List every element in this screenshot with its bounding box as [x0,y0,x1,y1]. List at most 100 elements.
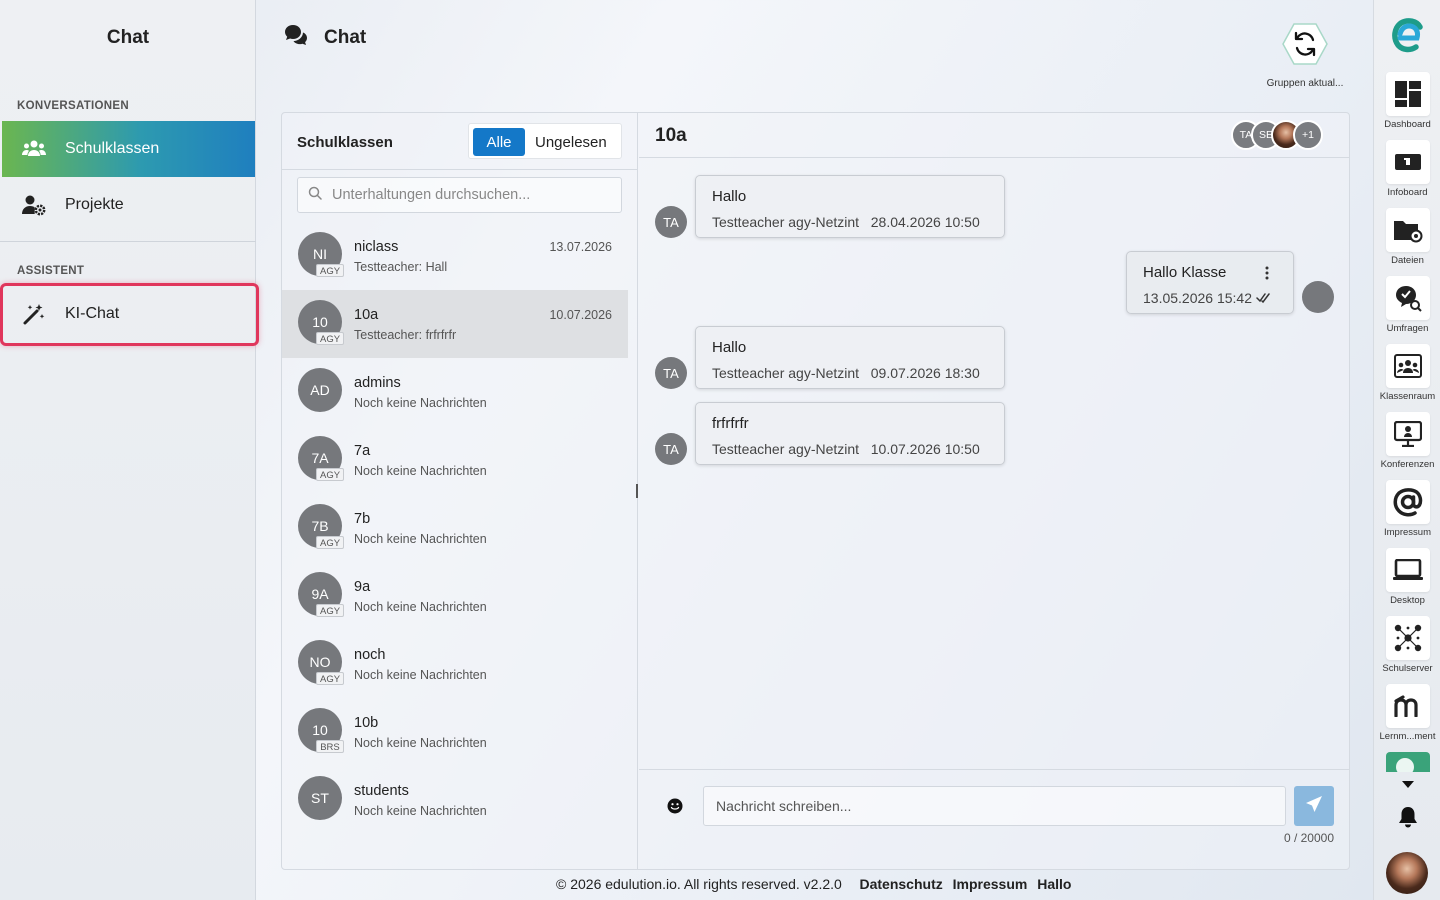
member-count: +1 [1293,120,1323,150]
app-dashboard[interactable]: Dashboard [1374,68,1440,136]
message-meta: Testteacher agy-Netzint 10.07.2026 10:50 [712,441,980,457]
message-avatar: TA [655,433,687,465]
right-app-bar: Dashboard Infoboard Dateien Umfragen Kla… [1373,0,1440,900]
conversation-preview: Testteacher: frfrfrfr [354,328,457,342]
conversation-header: Schulklassen Alle Ungelesen [282,113,638,170]
conversation-name: 10a [354,307,379,323]
conversation-name: admins [354,375,401,391]
page-title: Chat [324,26,367,48]
conversation-item-students[interactable]: ST students Noch keine Nachrichten [282,766,628,834]
app-desktop[interactable]: Desktop [1374,544,1440,612]
conversation-name: 9a [354,579,371,595]
sidebar-item-projekte[interactable]: Projekte [2,177,255,233]
footer-link-impressum[interactable]: Impressum [953,876,1028,892]
app-umfragen[interactable]: Umfragen [1374,272,1440,340]
app-konferenzen[interactable]: Konferenzen [1374,408,1440,476]
sidebar-title: Chat [106,27,150,48]
sidebar-divider [0,241,256,242]
conversation-search [297,177,622,213]
sidebar-item-schulklassen[interactable]: Schulklassen [2,121,255,177]
user-avatar[interactable] [1386,852,1428,894]
conversation-name: students [354,783,409,799]
conference-icon [1385,412,1430,456]
panel-resize-handle[interactable] [636,484,638,498]
emoji-icon[interactable] [667,798,683,814]
page-header: Chat [284,24,366,51]
network-icon [1385,616,1430,660]
message-input[interactable] [703,786,1286,826]
conversation-preview: Noch keine Nachrichten [354,668,487,682]
infoboard-icon [1385,140,1430,184]
message-time: 09.07.2026 18:30 [870,365,980,381]
folder-icon [1385,208,1430,252]
app-lernmanagement[interactable]: Lernm...ment [1374,680,1440,748]
school-tag: AGY [316,536,345,549]
app-infoboard[interactable]: Infoboard [1374,136,1440,204]
conversation-list-title: Schulklassen [297,134,393,151]
app-klassenraum[interactable]: Klassenraum [1374,340,1440,408]
conversation-item-7a[interactable]: 7A AGY 7a Noch keine Nachrichten [282,426,628,494]
own-avatar [1302,281,1334,313]
at-icon [1385,480,1430,524]
left-sidebar: Chat KONVERSATIONEN Schulklassen Projekt… [0,0,256,900]
conversation-name: 7a [354,443,371,459]
message-time: 13.05.2026 15:42 [1143,290,1252,306]
filter-all-button[interactable]: Alle [473,128,525,156]
refresh-groups-button[interactable]: Gruppen aktual... [1262,22,1348,89]
message-bubble: Hallo Testteacher agy-Netzint 09.07.2026… [695,326,1005,389]
send-button[interactable] [1294,786,1334,826]
conversation-name: niclass [354,239,399,255]
users-icon [22,137,46,161]
conversation-name: 7b [354,511,371,527]
message-text: Hallo [712,188,747,205]
app-impressum[interactable]: Impressum [1374,476,1440,544]
school-tag: AGY [316,332,345,345]
conversation-item-10a[interactable]: 10 AGY 10a Testteacher: frfrfrfr 10.07.2… [282,290,628,358]
app-label: Lernm...ment [1379,731,1436,742]
app-label: Impressum [1384,527,1431,538]
moodle-icon [1385,684,1430,728]
avatar: AD [298,368,342,412]
message-time: 28.04.2026 10:50 [870,214,980,230]
refresh-icon [1282,22,1328,66]
conversation-date: 13.07.2026 [549,240,612,254]
conversation-item-10b[interactable]: 10 BRS 10b Noch keine Nachrichten [282,698,628,766]
app-schulserver[interactable]: Schulserver [1374,612,1440,680]
conversation-item-noch[interactable]: NO AGY noch Noch keine Nachrichten [282,630,628,698]
user-gear-icon [22,193,46,217]
app-dateien[interactable]: Dateien [1374,204,1440,272]
message-text: frfrfrfr [712,415,749,432]
chevron-down-icon[interactable] [1401,776,1415,788]
school-tag: AGY [316,604,345,617]
conversation-preview: Noch keine Nachrichten [354,532,487,546]
conversation-list: NI AGY niclass Testteacher: Hall 13.07.2… [282,222,628,834]
section-label-conversations: KONVERSATIONEN [17,100,129,112]
partial-app-icon[interactable] [1386,752,1430,772]
edulution-logo-icon[interactable] [1391,18,1425,54]
footer-copyright: © 2026 edulution.io. All rights reserved… [556,876,842,892]
app-label: Desktop [1390,595,1425,606]
app-label: Klassenraum [1379,391,1436,402]
footer-link-hallo[interactable]: Hallo [1037,876,1071,892]
footer-link-datenschutz[interactable]: Datenschutz [860,876,943,892]
search-input[interactable] [332,187,612,203]
conversation-item-niclass[interactable]: NI AGY niclass Testteacher: Hall 13.07.2… [282,222,628,290]
conversation-item-7b[interactable]: 7B AGY 7b Noch keine Nachrichten [282,494,628,562]
conversation-preview: Noch keine Nachrichten [354,396,487,410]
app-label: Dateien [1391,255,1424,266]
chat-panel: Schulklassen Alle Ungelesen NI AGY nicla… [281,112,1350,870]
school-tag: AGY [316,468,345,481]
message-avatar: TA [655,206,687,238]
conversation-preview: Noch keine Nachrichten [354,804,487,818]
conversation-item-admins[interactable]: AD admins Noch keine Nachrichten [282,358,628,426]
school-tag: AGY [316,264,345,277]
more-options-icon[interactable] [1265,266,1269,285]
chat-column: 10a TA SE +1 TA Hallo Testteacher agy-Ne… [639,113,1349,869]
conversation-item-9a[interactable]: 9A AGY 9a Noch keine Nachrichten [282,562,628,630]
message-meta: Testteacher agy-Netzint 09.07.2026 18:30 [712,365,980,381]
member-avatars[interactable]: TA SE +1 [1231,120,1323,150]
message-avatar: TA [655,357,687,389]
message-sender: Testteacher agy-Netzint [712,365,860,381]
bell-icon[interactable] [1398,806,1418,828]
filter-unread-button[interactable]: Ungelesen [535,128,607,156]
